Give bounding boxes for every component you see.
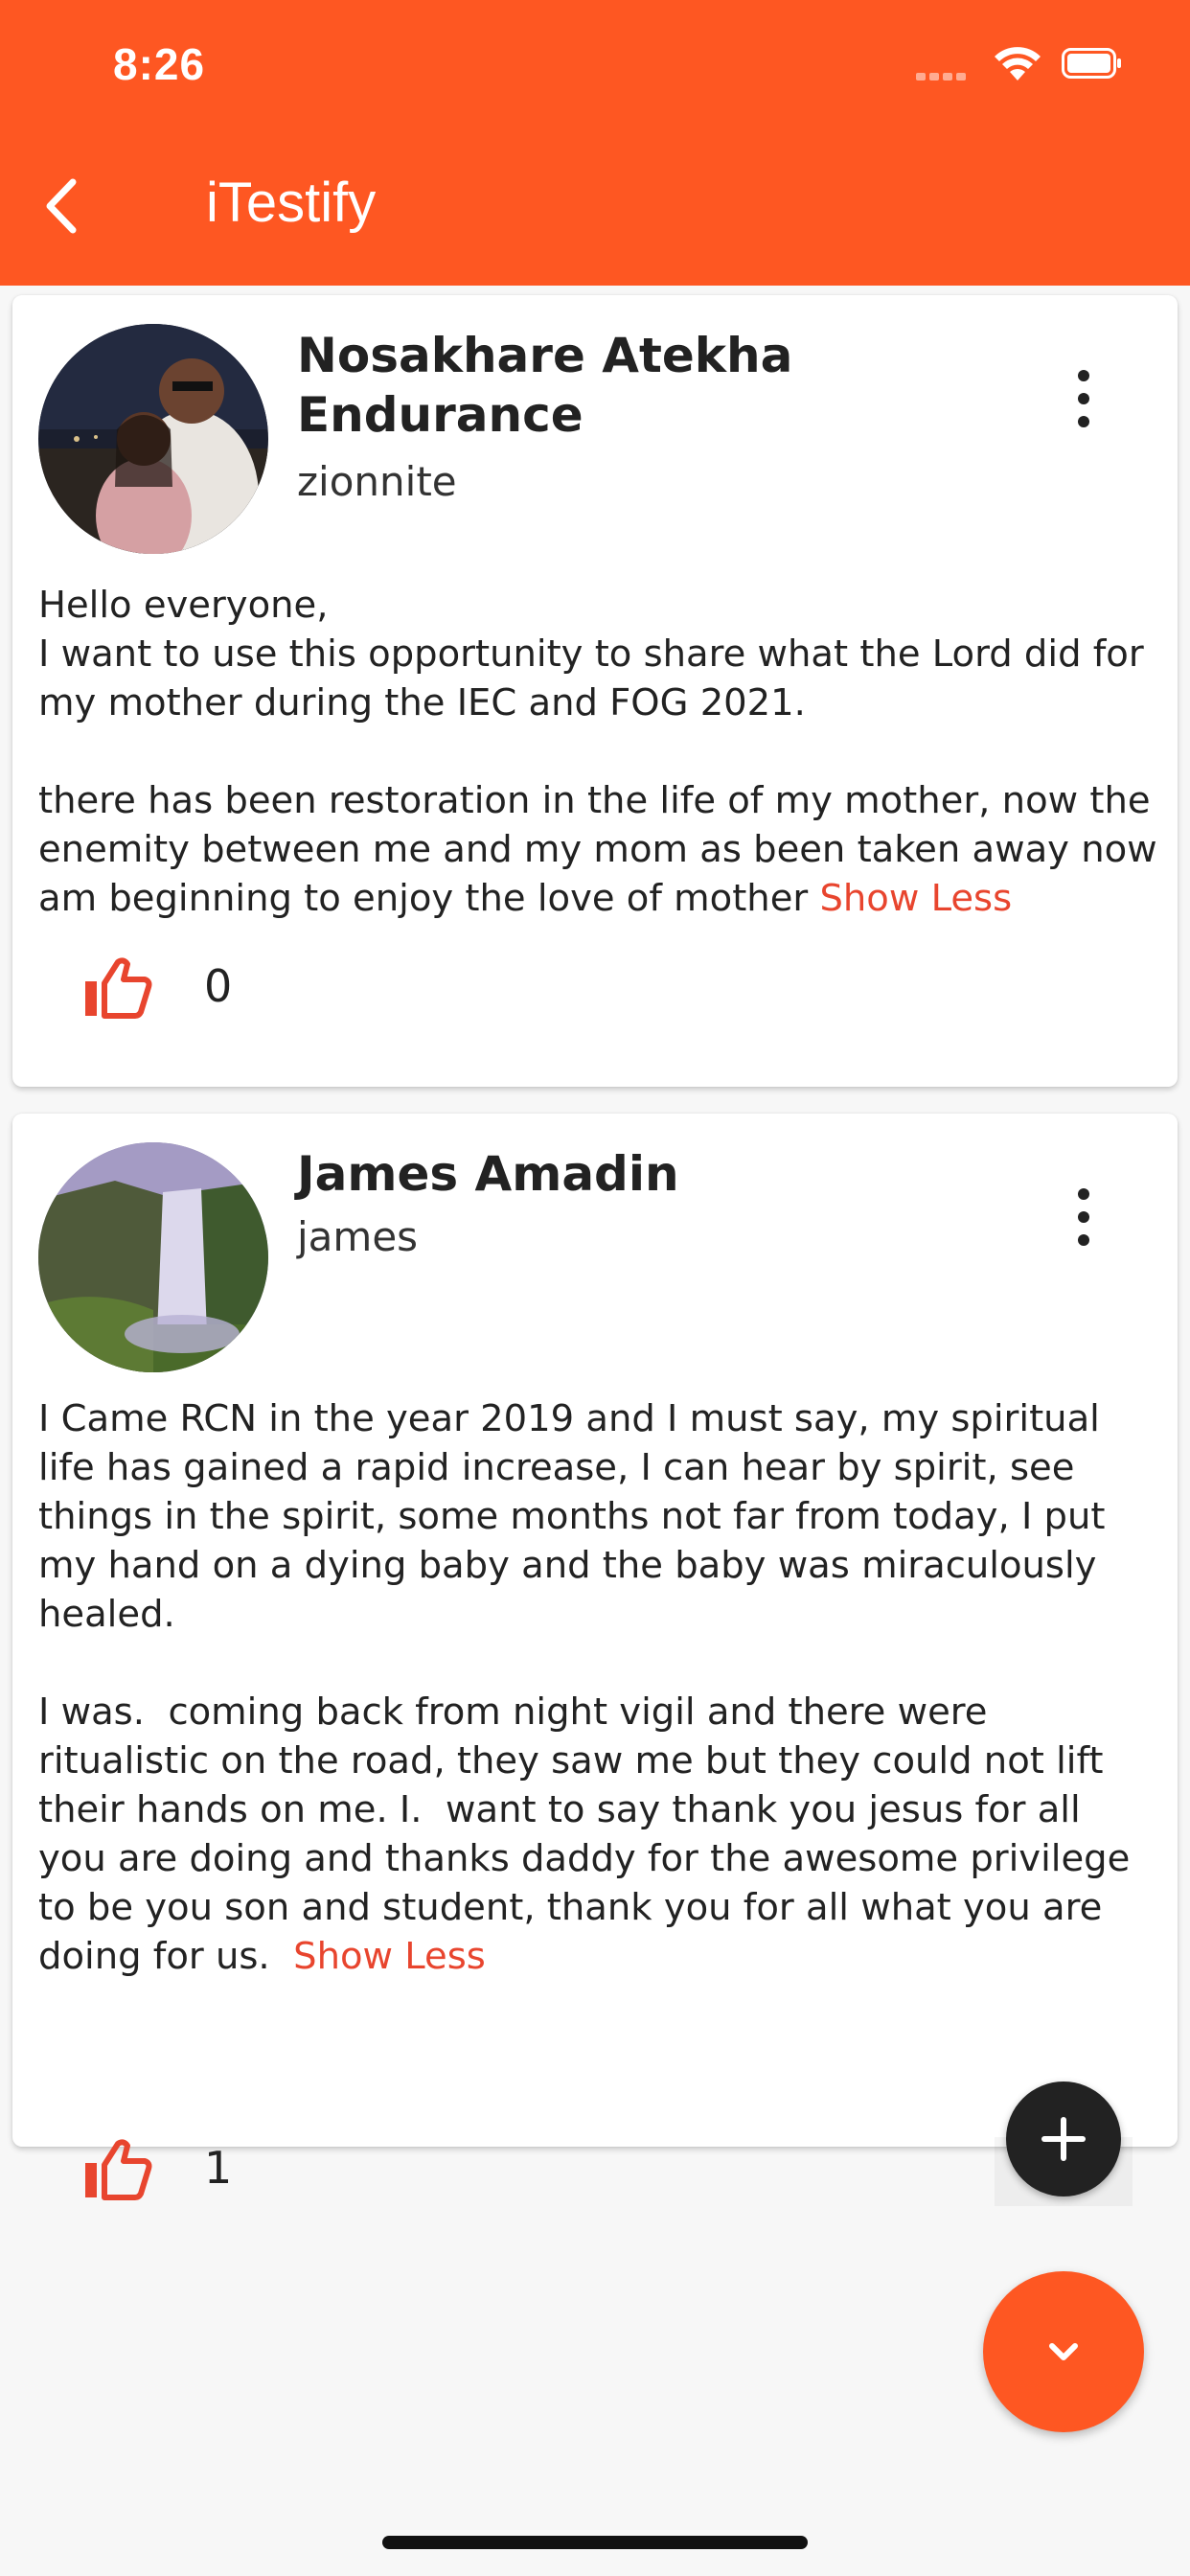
testimony-text: I Came RCN in the year 2019 and I must s… — [38, 1394, 1159, 1981]
like-count: 0 — [204, 960, 233, 1012]
battery-icon — [1062, 48, 1121, 79]
author-username: james — [297, 1213, 419, 1260]
testimony-body: I Came RCN in the year 2019 and I must s… — [38, 1397, 1131, 1978]
thumb-up-icon[interactable] — [83, 956, 152, 1020]
testimony-card[interactable]: James Amadin james I Came RCN in the yea… — [12, 1114, 1178, 2200]
avatar[interactable] — [38, 324, 268, 554]
add-testimony-button[interactable] — [1006, 2082, 1121, 2196]
testimony-body: Hello everyone, I want to use this oppor… — [38, 584, 1157, 920]
page-title: iTestify — [206, 172, 377, 234]
avatar[interactable] — [38, 1142, 268, 1372]
scroll-down-button[interactable] — [983, 2271, 1144, 2432]
like-row: 1 — [72, 2138, 359, 2205]
author-name: Nosakhare Atekha Endurance — [297, 328, 793, 443]
app-bar: 8:26 iTestify — [0, 0, 1190, 286]
cellular-signal-icon — [916, 71, 970, 80]
like-count: 1 — [204, 2142, 233, 2194]
chevron-down-icon — [1049, 2343, 1078, 2360]
author-name: James Amadin — [297, 1146, 679, 1202]
home-indicator[interactable] — [382, 2536, 808, 2549]
more-vert-icon[interactable] — [1072, 1188, 1095, 1246]
show-less-link[interactable]: Show Less — [293, 1935, 486, 1978]
author-username: zionnite — [297, 458, 457, 505]
status-time: 8:26 — [113, 39, 206, 89]
thumb-up-icon[interactable] — [83, 2138, 152, 2201]
show-less-link[interactable]: Show Less — [819, 877, 1012, 920]
back-button[interactable] — [38, 172, 86, 240]
wifi-icon — [995, 47, 1041, 80]
testimony-text: Hello everyone, I want to use this oppor… — [38, 581, 1159, 923]
plus-icon — [1041, 2117, 1086, 2161]
like-row: 0 — [72, 956, 359, 1024]
status-icons — [916, 44, 1127, 82]
more-vert-icon[interactable] — [1072, 370, 1095, 427]
testimony-card[interactable]: Nosakhare Atekha Endurance zionnite Hell… — [12, 295, 1178, 1087]
